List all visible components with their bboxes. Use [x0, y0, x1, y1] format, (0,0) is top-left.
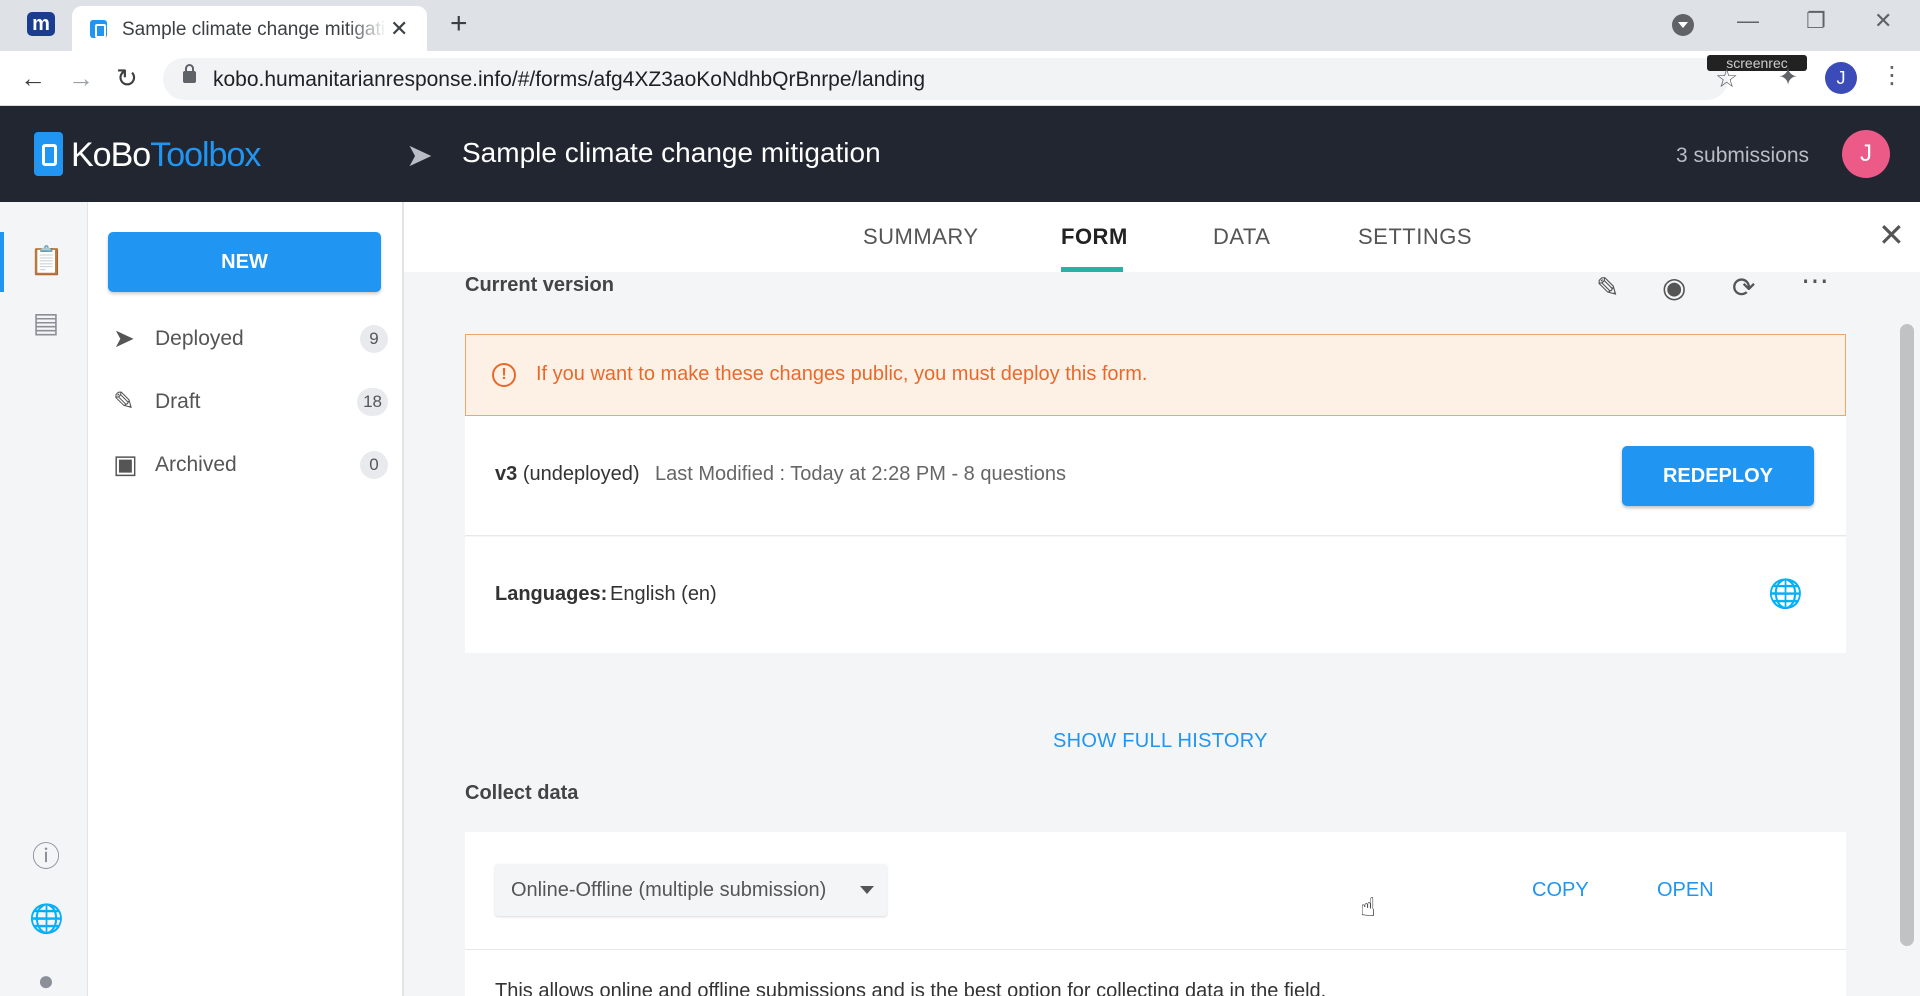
sidebar-item-label: Deployed — [155, 327, 244, 350]
languages-row: Languages: English (en) 🌐 — [465, 537, 1846, 653]
replace-refresh-icon[interactable]: ⟳ — [1732, 271, 1755, 304]
tab-close-icon[interactable]: ✕ — [390, 16, 408, 42]
rail-active-indicator — [0, 232, 4, 292]
new-button[interactable]: NEW — [108, 232, 381, 292]
tab-form[interactable]: FORM — [1061, 224, 1128, 250]
star-icon[interactable]: ☆ — [1715, 63, 1738, 94]
collect-data-title: Collect data — [465, 782, 579, 804]
tab-settings[interactable]: SETTINGS — [1358, 224, 1472, 250]
rocket-icon: ➤ — [406, 137, 433, 173]
sidebar-item-count: 0 — [360, 451, 388, 479]
sidebar-item-deployed[interactable]: ➤ Deployed 9 — [113, 319, 388, 359]
library-icon[interactable]: ▤ — [29, 306, 63, 340]
kobo-logo-icon — [34, 132, 63, 176]
browser-toolbar: ← → ↻ kobo.humanitarianresponse.info/#/f… — [0, 51, 1920, 106]
extension-m-icon[interactable]: m — [27, 12, 55, 36]
close-icon[interactable]: ✕ — [1878, 216, 1905, 254]
browser-tab[interactable]: Sample climate change mitigation ✕ — [72, 6, 427, 51]
scrollbar[interactable] — [1900, 324, 1914, 946]
tab-search-icon[interactable] — [1672, 14, 1694, 36]
lock-icon — [183, 64, 196, 83]
main-content: SUMMARY FORM DATA SETTINGS ✕ Current ver… — [404, 202, 1920, 996]
globe-icon[interactable]: 🌐 — [29, 902, 64, 936]
current-version-title: Current version — [465, 274, 614, 296]
languages-label: Languages: — [495, 583, 608, 605]
puzzle-icon[interactable]: ✦ — [1778, 63, 1798, 92]
user-avatar[interactable]: J — [1842, 130, 1890, 178]
sidebar-item-archived[interactable]: ▣ Archived 0 — [113, 445, 388, 485]
help-icon[interactable]: ⓘ — [29, 840, 63, 874]
form-title: Sample climate change mitigation — [462, 137, 881, 168]
version-meta: Last Modified : Today at 2:28 PM - 8 que… — [655, 463, 1066, 485]
redeploy-button[interactable]: REDEPLOY — [1622, 446, 1814, 506]
version-row: v3 (undeployed) Last Modified : Today at… — [465, 416, 1846, 536]
back-arrow-icon[interactable]: ← — [20, 63, 46, 93]
open-button[interactable]: OPEN — [1657, 879, 1714, 902]
languages-value: English (en) — [610, 583, 717, 605]
deploy-warning-alert: ! If you want to make these changes publ… — [465, 334, 1846, 416]
collect-options-row: Online-Offline (multiple submission) COP… — [465, 832, 1846, 950]
browser-tabstrip: m Sample climate change mitigation ✕ + —… — [0, 0, 1920, 51]
sidebar-item-label: Archived — [155, 453, 237, 476]
sidebar-item-draft[interactable]: ✎ Draft 18 — [113, 382, 388, 422]
collect-method-description: This allows online and offline submissio… — [495, 980, 1327, 996]
submission-count: 3 submissions — [1676, 144, 1810, 167]
kebab-icon[interactable]: ⋮ — [1880, 61, 1904, 90]
url-text[interactable]: kobo.humanitarianresponse.info/#/forms/a… — [213, 68, 925, 92]
address-bar[interactable]: kobo.humanitarianresponse.info/#/forms/a… — [163, 58, 1728, 100]
reload-icon[interactable]: ↻ — [116, 63, 138, 93]
restore-icon[interactable]: ❐ — [1806, 8, 1826, 34]
minimize-icon[interactable]: — — [1737, 8, 1759, 34]
show-full-history-link[interactable]: SHOW FULL HISTORY — [1053, 730, 1268, 753]
sidebar-item-label: Draft — [155, 390, 201, 413]
collect-data-card: Online-Offline (multiple submission) COP… — [465, 832, 1846, 996]
new-tab-button[interactable]: + — [450, 9, 468, 39]
sidebar-item-count: 18 — [357, 388, 388, 416]
version-label: v3 (undeployed) — [495, 463, 640, 485]
collect-method-value: Online-Offline (multiple submission) — [511, 879, 827, 901]
archive-icon: ▣ — [113, 449, 138, 479]
active-tab-indicator — [1061, 267, 1123, 272]
draft-icon: ✎ — [113, 386, 135, 416]
form-tabs: SUMMARY FORM DATA SETTINGS ✕ — [404, 202, 1920, 272]
preview-eye-icon[interactable]: ◉ — [1662, 271, 1686, 304]
more-icon[interactable]: ⋯ — [1801, 264, 1829, 297]
rocket-icon: ➤ — [113, 323, 135, 353]
forms-icon[interactable]: 📋 — [29, 244, 64, 278]
forward-arrow-icon[interactable]: → — [68, 63, 94, 93]
edit-pencil-icon[interactable]: ✎ — [1596, 271, 1619, 304]
copy-button[interactable]: COPY — [1532, 879, 1589, 902]
browser-profile-avatar[interactable]: J — [1825, 62, 1857, 94]
sidebar: NEW ➤ Deployed 9 ✎ Draft 18 ▣ Archived 0 — [88, 202, 404, 996]
caret-down-icon — [860, 886, 874, 894]
alert-text: If you want to make these changes public… — [536, 363, 1148, 385]
github-icon[interactable]: ● — [29, 964, 63, 996]
tab-summary[interactable]: SUMMARY — [863, 224, 979, 250]
icon-rail: 📋 ▤ ⓘ 🌐 ● — [0, 202, 88, 996]
app-header: KoBoToolbox ➤ Sample climate change miti… — [0, 106, 1920, 202]
globe-icon[interactable]: 🌐 — [1768, 579, 1803, 609]
kobo-favicon-icon — [90, 20, 107, 38]
browser-tab-title: Sample climate change mitigation — [122, 19, 387, 40]
logo-text: KoBoToolbox — [71, 136, 261, 174]
hand-cursor-icon: ☝ — [1360, 892, 1376, 922]
warning-icon: ! — [492, 363, 516, 387]
sidebar-item-count: 9 — [360, 325, 388, 353]
window-close-icon[interactable]: ✕ — [1874, 8, 1892, 34]
collect-method-select[interactable]: Online-Offline (multiple submission) — [495, 864, 887, 916]
tab-data[interactable]: DATA — [1213, 224, 1270, 250]
